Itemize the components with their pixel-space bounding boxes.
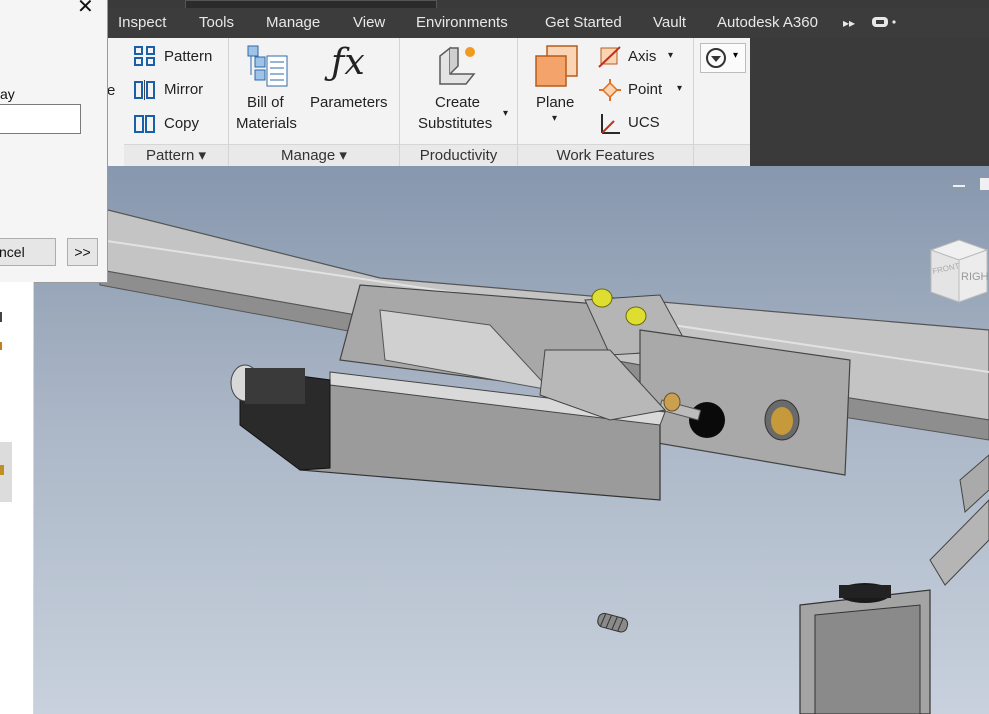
ribbon-background <box>750 38 989 166</box>
pattern-panel-title[interactable]: Pattern ▾ <box>124 144 228 167</box>
plane-dropdown-icon[interactable]: ▾ <box>552 113 557 124</box>
pattern-button[interactable]: Pattern <box>164 48 212 65</box>
panel-toggle-icon[interactable] <box>872 15 898 33</box>
copy-button[interactable]: Copy <box>164 115 199 132</box>
partial-label: e <box>107 82 116 99</box>
mirror-icon <box>134 80 156 105</box>
bill-of-materials-icon <box>247 44 289 93</box>
axis-dropdown-icon[interactable]: ▾ <box>668 50 673 61</box>
create-substitutes-icon <box>436 44 480 93</box>
point-dropdown-icon[interactable]: ▾ <box>677 83 682 94</box>
ucs-icon <box>598 112 622 141</box>
empty-panel-title <box>694 144 750 167</box>
pattern-icon <box>134 46 156 71</box>
axis-icon <box>598 46 622 73</box>
chevron-down-icon: ▾ <box>733 50 739 61</box>
tab-autodesk-a360[interactable]: Autodesk A360 <box>717 14 818 31</box>
tab-manage[interactable]: Manage <box>266 14 320 31</box>
ucs-button[interactable]: UCS <box>628 114 660 131</box>
tab-tools[interactable]: Tools <box>199 14 234 31</box>
create-label-line1[interactable]: Create <box>435 94 480 111</box>
create-substitutes-dropdown-icon[interactable]: ▾ <box>503 108 508 119</box>
ribbon-tab-bar: Inspect Tools Manage View Environments G… <box>0 8 989 38</box>
plane-button[interactable]: Plane <box>536 94 574 111</box>
bom-label-line2[interactable]: Materials <box>236 115 297 132</box>
tab-vault[interactable]: Vault <box>653 14 686 31</box>
viewcube[interactable]: RIGHT FRONT <box>923 236 989 306</box>
model-browser-strip <box>0 282 34 714</box>
axis-button[interactable]: Axis <box>628 48 656 65</box>
browser-fragment <box>0 312 2 322</box>
cancel-button[interactable]: ncel <box>0 238 56 266</box>
ribbon: e Pattern Mirror Copy Pattern ▾ Bill of … <box>0 38 750 167</box>
tab-environments[interactable]: Environments <box>416 14 508 31</box>
more-options-button[interactable]: >> <box>67 238 98 266</box>
viewcube-right-label: RIGHT <box>961 271 989 283</box>
close-icon[interactable]: ✕ <box>77 0 94 19</box>
copy-icon <box>134 114 156 139</box>
tab-view[interactable]: View <box>353 14 385 31</box>
ribbon-overflow-button[interactable]: ▾ <box>700 43 746 73</box>
assembly-model[interactable] <box>0 166 989 714</box>
title-bar <box>0 0 989 10</box>
bom-label-line1[interactable]: Bill of <box>247 94 284 111</box>
graphics-viewport[interactable]: RIGHT FRONT <box>0 166 989 714</box>
tab-inspect[interactable]: Inspect <box>118 14 166 31</box>
browser-fragment <box>0 342 2 350</box>
parameters-icon: ƒx <box>331 42 365 83</box>
point-icon <box>599 79 621 106</box>
more-tabs-icon[interactable]: ▸▸ <box>843 16 855 30</box>
circle-down-icon <box>705 47 727 74</box>
parameters-button[interactable]: Parameters <box>310 94 388 111</box>
work-features-panel-title[interactable]: Work Features <box>518 144 693 167</box>
minimize-icon[interactable] <box>953 185 965 187</box>
dialog-input-field[interactable] <box>0 104 81 134</box>
productivity-panel-title[interactable]: Productivity <box>400 144 517 167</box>
point-button[interactable]: Point <box>628 81 662 98</box>
plane-icon <box>533 44 579 95</box>
manage-panel-title[interactable]: Manage ▾ <box>229 144 399 167</box>
tab-get-started[interactable]: Get Started <box>545 14 622 31</box>
mirror-button[interactable]: Mirror <box>164 81 203 98</box>
dialog-window: ✕ ay ncel >> <box>0 0 108 283</box>
browser-fragment <box>0 465 4 475</box>
create-substitutes-button[interactable]: Substitutes <box>418 115 492 132</box>
restore-icon[interactable] <box>980 178 989 190</box>
field-label: ay <box>0 86 15 102</box>
